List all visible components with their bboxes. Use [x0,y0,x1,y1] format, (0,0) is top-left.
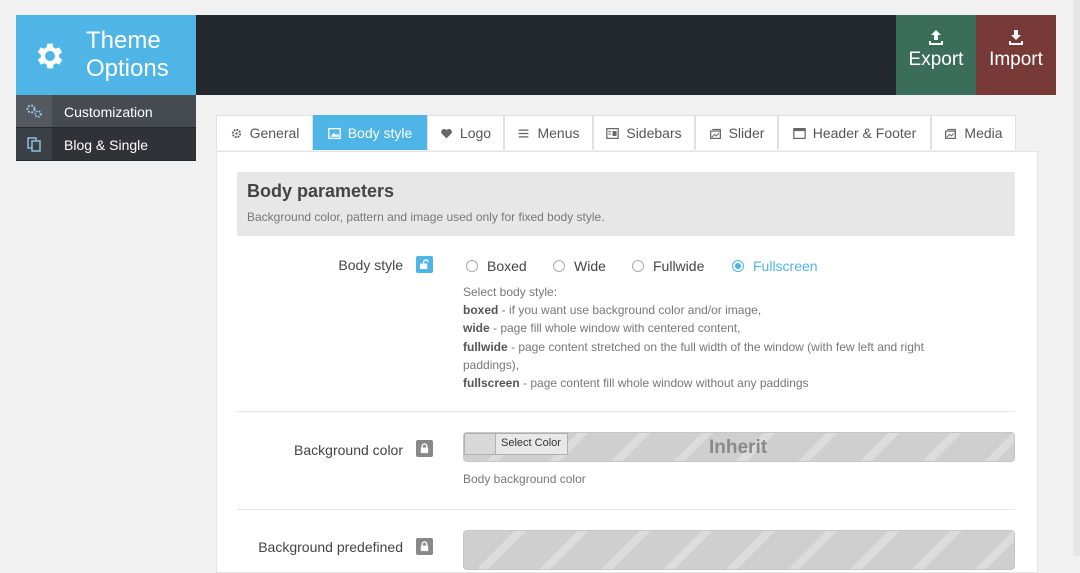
tab-label: Menus [537,125,580,141]
copy-icon [16,128,52,160]
select-color-button[interactable]: Select Color [464,433,568,455]
tab-logo[interactable]: Logo [427,115,504,150]
tab-menus[interactable]: Menus [504,115,593,150]
color-swatch [465,434,496,454]
tab-sidebars[interactable]: Sidebars [593,115,695,150]
page-scrollbar[interactable] [1073,0,1080,556]
radio-label: Boxed [487,258,527,274]
sidebar-item-customization[interactable]: Customization [16,95,196,128]
tab-body-style[interactable]: Body style [313,115,427,150]
brand-title: Theme Options [86,27,169,82]
tab-general[interactable]: General [216,115,313,150]
export-button[interactable]: Export [896,15,976,95]
tab-slider[interactable]: Slider [695,115,778,150]
radio-circle [466,260,478,272]
sidebar-item-label: Blog & Single [64,137,149,153]
tab-label: Media [964,125,1003,141]
body-style-label: Body style [338,257,403,273]
help-line: fullscreen - page content fill whole win… [463,376,809,391]
admin-header: Theme Options Export Import [16,15,1056,95]
tab-label: Slider [728,125,765,141]
predefined-background-selector[interactable] [463,530,1015,570]
sidebar-item-blog-single[interactable]: Blog & Single [16,128,196,161]
radio-circle [632,260,644,272]
tab-label: General [249,125,300,141]
help-line: fullwide - page content stretched on the… [463,339,924,372]
radio-label: Fullscreen [753,258,818,274]
export-label: Export [908,49,964,70]
section-description: Background color, pattern and image used… [247,210,605,224]
sidebar-icon [606,127,620,139]
background-predefined-label: Background predefined [258,539,403,555]
gears-icon [16,95,52,127]
radio-circle [553,260,565,272]
unlock-icon[interactable] [416,256,433,273]
section-header: Body parameters Background color, patter… [237,172,1015,236]
sidebar-item-label: Customization [64,104,153,120]
media-icon [945,128,957,139]
color-value: Inherit [709,437,768,458]
radio-circle [732,260,744,272]
options-sidebar: Customization Blog & Single [16,95,196,161]
image-icon [327,127,341,139]
help-intro: Select body style: [463,285,558,299]
radio-label: Fullwide [653,258,705,274]
radio-wide[interactable]: Wide [553,257,606,275]
tab-label: Header & Footer [812,125,917,141]
section-title: Body parameters [247,181,395,201]
slider-icon [709,128,721,139]
tab-label: Sidebars [626,125,682,141]
tab-header-footer[interactable]: Header & Footer [778,115,931,150]
tab-label: Logo [459,125,492,141]
heart-icon [441,128,452,138]
radio-fullscreen[interactable]: Fullscreen [732,257,818,275]
download-icon [1009,30,1023,45]
select-color-label: Select Color [501,437,561,449]
import-button[interactable]: Import [976,15,1056,95]
theme-options-brand: Theme Options [16,15,196,95]
tab-media[interactable]: Media [931,115,1016,150]
list-icon [519,128,529,138]
tab-label: Body style [347,125,413,141]
help-line: boxed - if you want use background color… [463,303,762,318]
divider [237,411,1015,412]
help-line: wide - page fill whole window with cente… [463,321,741,336]
gear-icon [37,43,63,69]
gear-icon [231,128,241,138]
background-color-help: Body background color [463,472,586,486]
body-style-help: Select body style: boxed - if you want u… [463,283,983,392]
import-label: Import [989,49,1043,70]
lock-icon[interactable] [416,538,433,555]
background-color-label: Background color [294,442,403,458]
divider [237,509,1015,510]
upload-icon [929,30,943,45]
lock-icon[interactable] [416,440,433,457]
radio-label: Wide [574,258,606,274]
radio-fullwide[interactable]: Fullwide [632,257,704,275]
window-icon [792,127,806,139]
radio-boxed[interactable]: Boxed [466,257,527,275]
